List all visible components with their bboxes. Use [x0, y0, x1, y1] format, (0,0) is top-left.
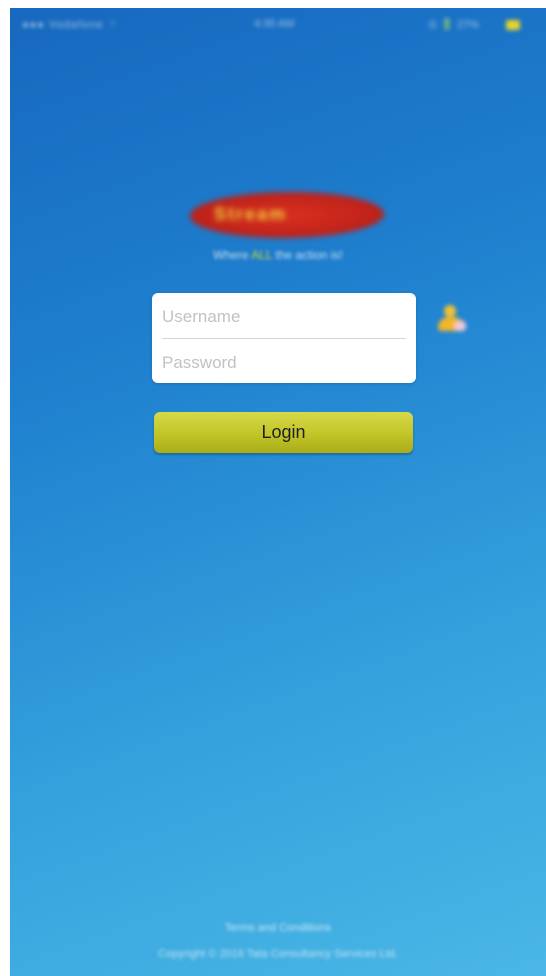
user-icon[interactable]: [436, 303, 468, 335]
battery-icon: [506, 20, 520, 30]
tagline: Where ALL the action is!: [10, 248, 546, 262]
app-logo: Stream: [185, 192, 389, 238]
tagline-accent: ALL: [251, 248, 273, 262]
login-card: [152, 293, 416, 383]
password-field[interactable]: [162, 345, 406, 381]
field-divider: [162, 338, 406, 339]
user-icon-badge: [454, 321, 466, 331]
user-icon-head: [444, 305, 456, 317]
copyright-text: Copyright © 2016 Tata Consultancy Servic…: [158, 948, 398, 960]
logo-text: Stream: [214, 204, 288, 224]
tagline-suffix: the action is!: [272, 248, 343, 262]
login-screen: ●●● Vodafone ⌔ 4:35 AM ⊙ 🔋 27% Stream Wh…: [10, 8, 546, 976]
login-button[interactable]: Login: [154, 412, 413, 453]
tagline-prefix: Where: [213, 248, 252, 262]
status-battery: ⊙ 🔋 27%: [428, 19, 480, 31]
status-bar: ●●● Vodafone ⌔ 4:35 AM ⊙ 🔋 27%: [10, 8, 546, 42]
username-field[interactable]: [162, 299, 406, 335]
terms-link[interactable]: Terms and Conditions: [10, 922, 546, 934]
status-time: 4:35 AM: [254, 18, 295, 30]
status-carrier: ●●● Vodafone ⌔: [22, 19, 119, 31]
